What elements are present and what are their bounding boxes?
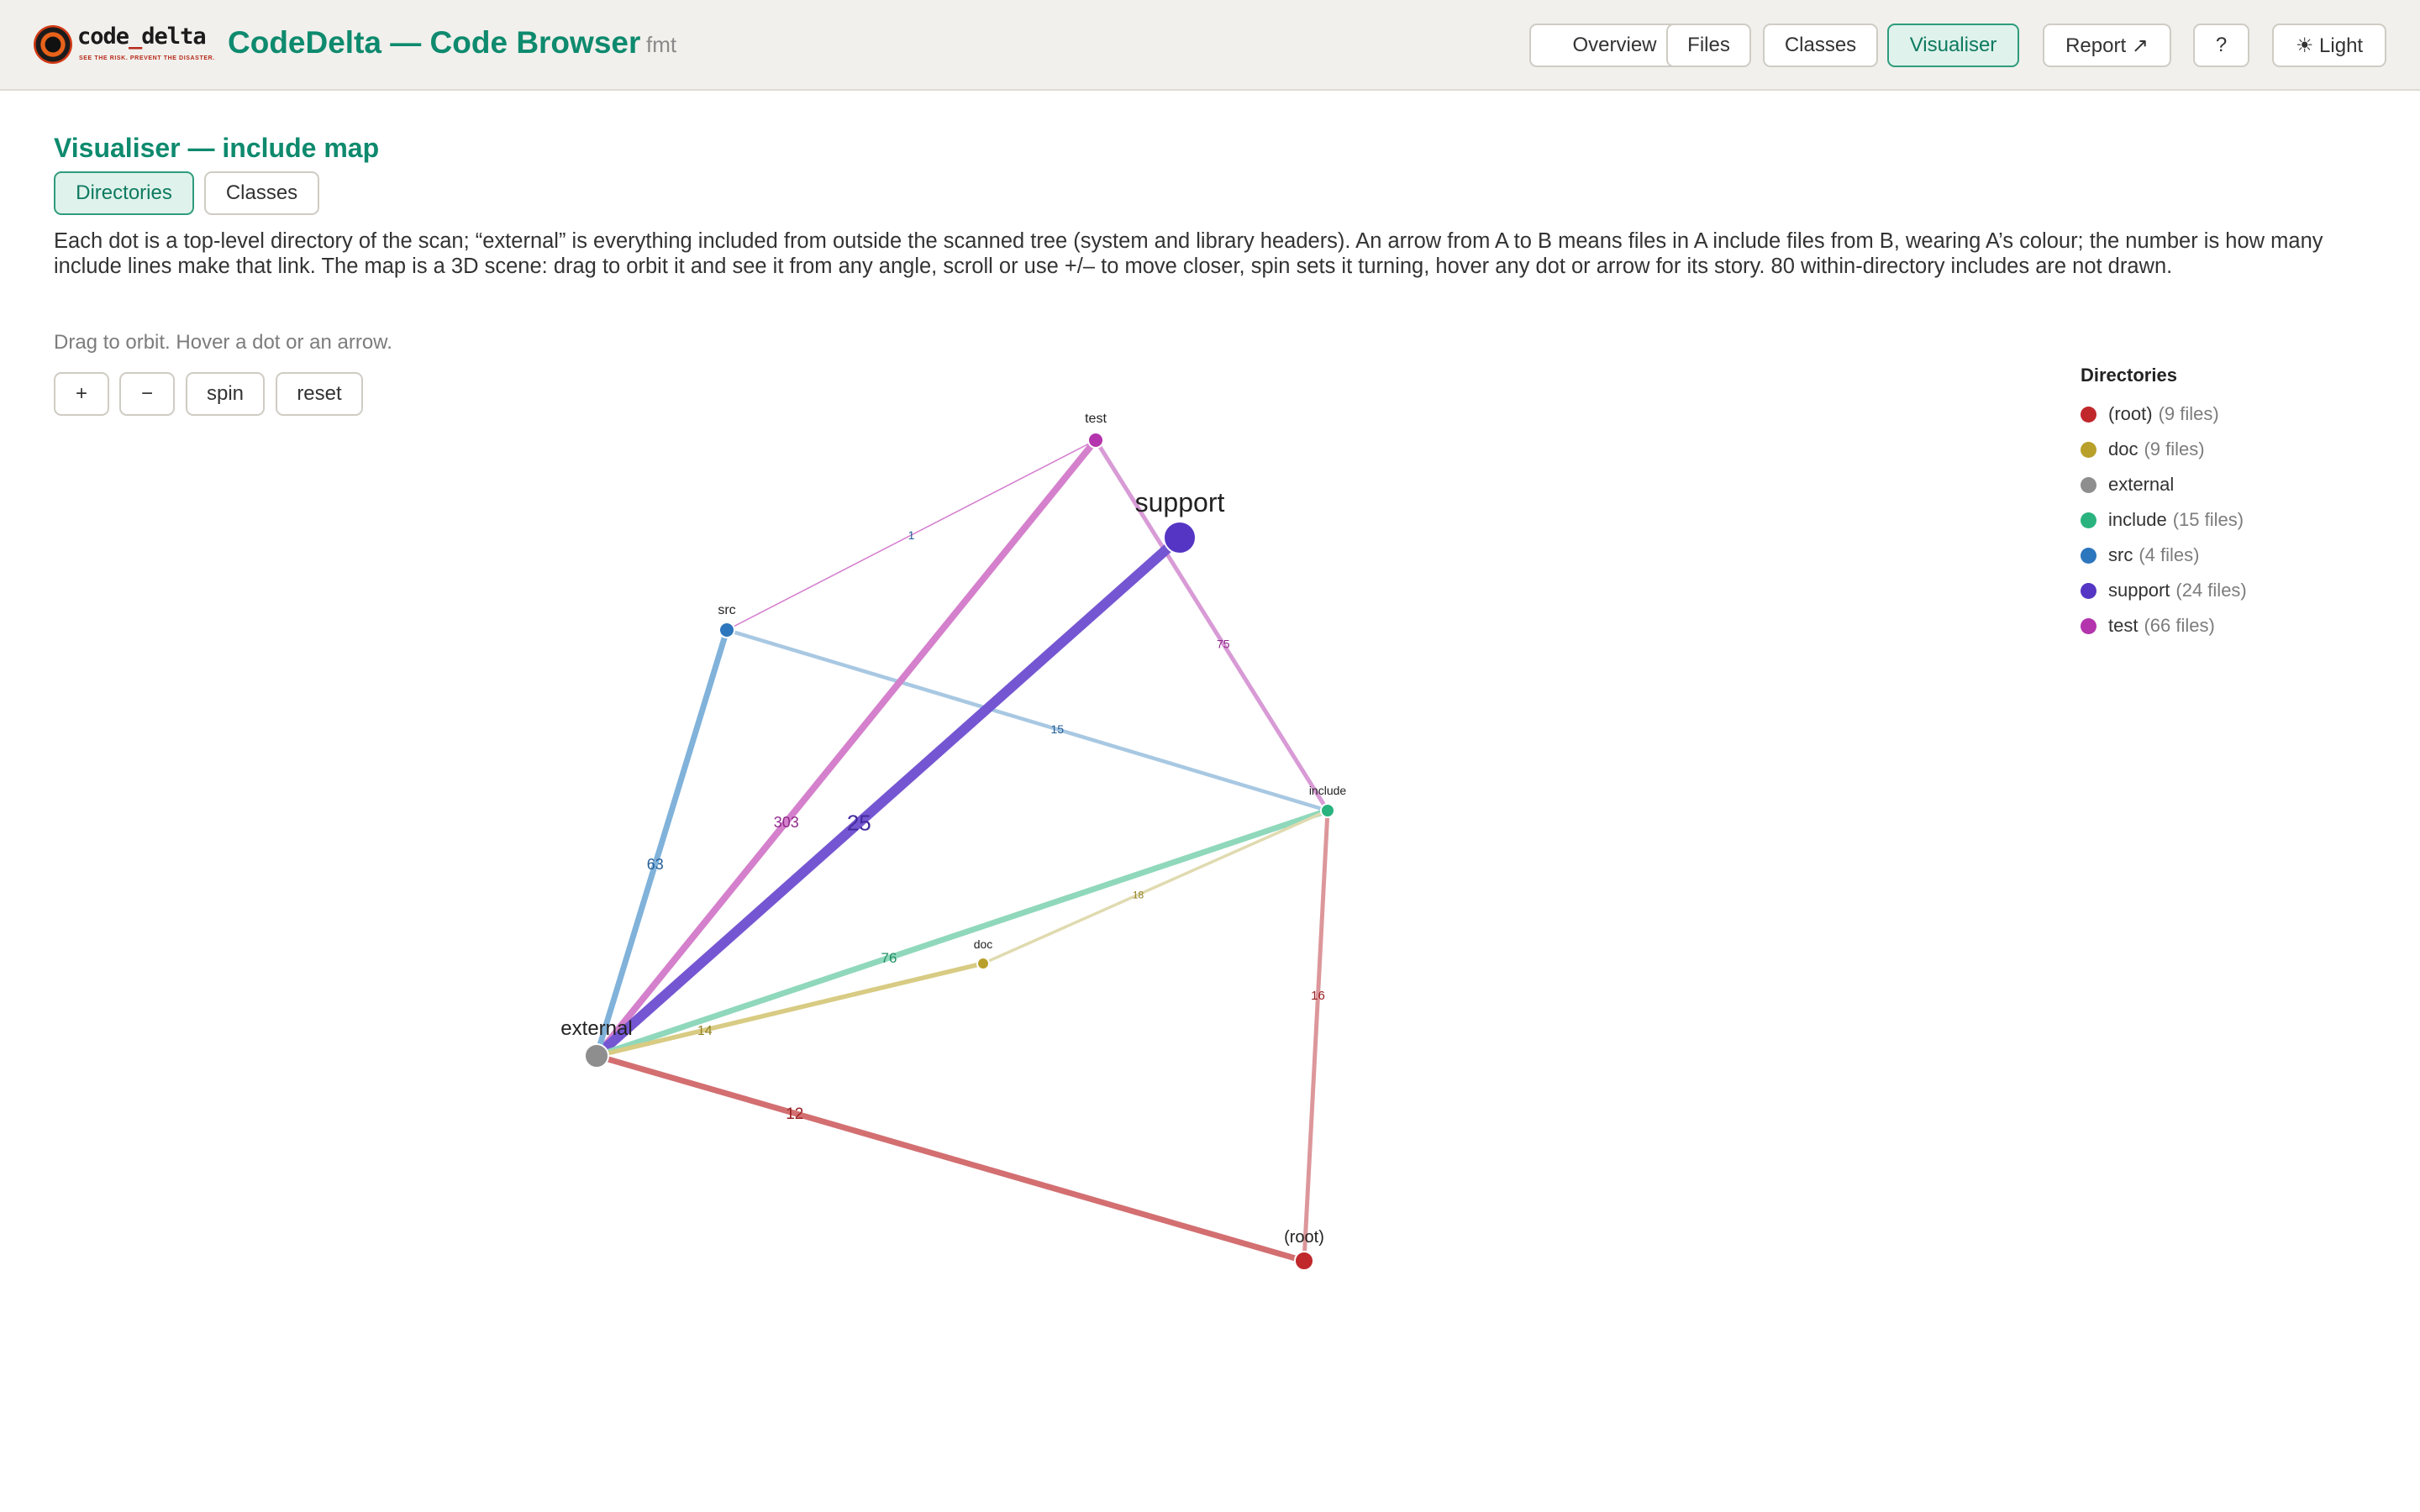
legend-item-file-count: (24 files) (2175, 580, 2247, 601)
edge-count-label: 14 (697, 1024, 713, 1038)
edge-count-label: 75 (1217, 637, 1230, 650)
directory-node-support[interactable] (1163, 521, 1197, 554)
include-edge-include-to-external[interactable] (593, 807, 1331, 1059)
edge-count-label: 16 (1311, 989, 1325, 1003)
legend-color-dot (2081, 441, 2096, 458)
legend-color-dot (2081, 476, 2096, 493)
edge-count-label: 63 (647, 856, 664, 873)
directory-node-doc[interactable] (976, 957, 990, 970)
legend-item-label: test (2108, 615, 2139, 636)
legend-item-file-count: (9 files) (2158, 403, 2219, 424)
include-edge-support-to-external[interactable] (592, 533, 1185, 1061)
directories-legend: Directories (root) (9 files) doc (9 files) e… (2081, 365, 2247, 643)
legend-color-dot (2081, 617, 2096, 634)
directory-node-label: src (718, 603, 735, 617)
legend-item[interactable]: test (66 files) (2081, 608, 2247, 643)
include-edge-doc-to-include[interactable] (981, 809, 1329, 965)
legend-color-dot (2081, 512, 2096, 528)
include-edge-root-to-include[interactable] (1302, 808, 1330, 1263)
edge-count-label: 76 (881, 950, 897, 966)
legend-item-label: support (2108, 580, 2170, 601)
include-map-canvas[interactable]: 1 75 15 303 25 63 76 18 14 16 12 test support src incl… (0, 0, 2420, 1512)
legend-item[interactable]: (root) (9 files) (2081, 396, 2247, 432)
legend-item-file-count: (9 files) (2144, 438, 2205, 459)
directory-node-include[interactable] (1320, 803, 1335, 818)
include-edge-test-to-external[interactable] (593, 437, 1099, 1059)
legend-title: Directories (2081, 365, 2177, 386)
include-edge-root-to-external[interactable] (593, 1053, 1307, 1264)
legend-item-label: external (2108, 474, 2175, 495)
edge-layer (592, 437, 1331, 1264)
legend-item-file-count: (66 files) (2144, 615, 2215, 636)
edge-count-label: 15 (1050, 722, 1064, 736)
legend-item-label: include (2108, 509, 2167, 530)
edge-count-label: 303 (774, 814, 799, 831)
edge-count-label: 1 (908, 528, 915, 542)
legend-item[interactable]: src (4 files) (2081, 538, 2247, 573)
legend-item-label: (root) (2108, 403, 2153, 424)
directory-node-root[interactable] (1294, 1251, 1314, 1271)
directory-node-src[interactable] (718, 622, 735, 638)
directory-node-label: support (1135, 487, 1225, 517)
edge-count-label: 25 (847, 810, 871, 835)
directory-node-label: (root) (1284, 1228, 1324, 1247)
edge-count-label: 18 (1133, 889, 1144, 900)
legend-item[interactable]: doc (9 files) (2081, 432, 2247, 467)
legend-item[interactable]: support (24 files) (2081, 573, 2247, 608)
legend-item-label: src (2108, 544, 2133, 565)
legend-color-dot (2081, 582, 2096, 599)
legend-item[interactable]: external (2081, 467, 2247, 502)
directory-node-external[interactable] (584, 1043, 609, 1068)
directory-node-label: external (560, 1017, 632, 1040)
legend-item-file-count: (4 files) (2139, 544, 2200, 565)
edge-label-layer: 1 75 15 303 25 63 76 18 14 16 12 (647, 528, 1325, 1123)
legend-item-label: doc (2108, 438, 2139, 459)
directory-node-label: doc (974, 937, 993, 951)
directory-node-label: test (1085, 412, 1107, 426)
directory-node-test[interactable] (1087, 432, 1104, 449)
edge-count-label: 12 (786, 1105, 803, 1123)
legend-item-file-count: (15 files) (2172, 509, 2244, 530)
legend-color-dot (2081, 547, 2096, 564)
directory-node-label: include (1309, 784, 1347, 797)
legend-color-dot (2081, 406, 2096, 423)
legend-item[interactable]: include (15 files) (2081, 502, 2247, 538)
